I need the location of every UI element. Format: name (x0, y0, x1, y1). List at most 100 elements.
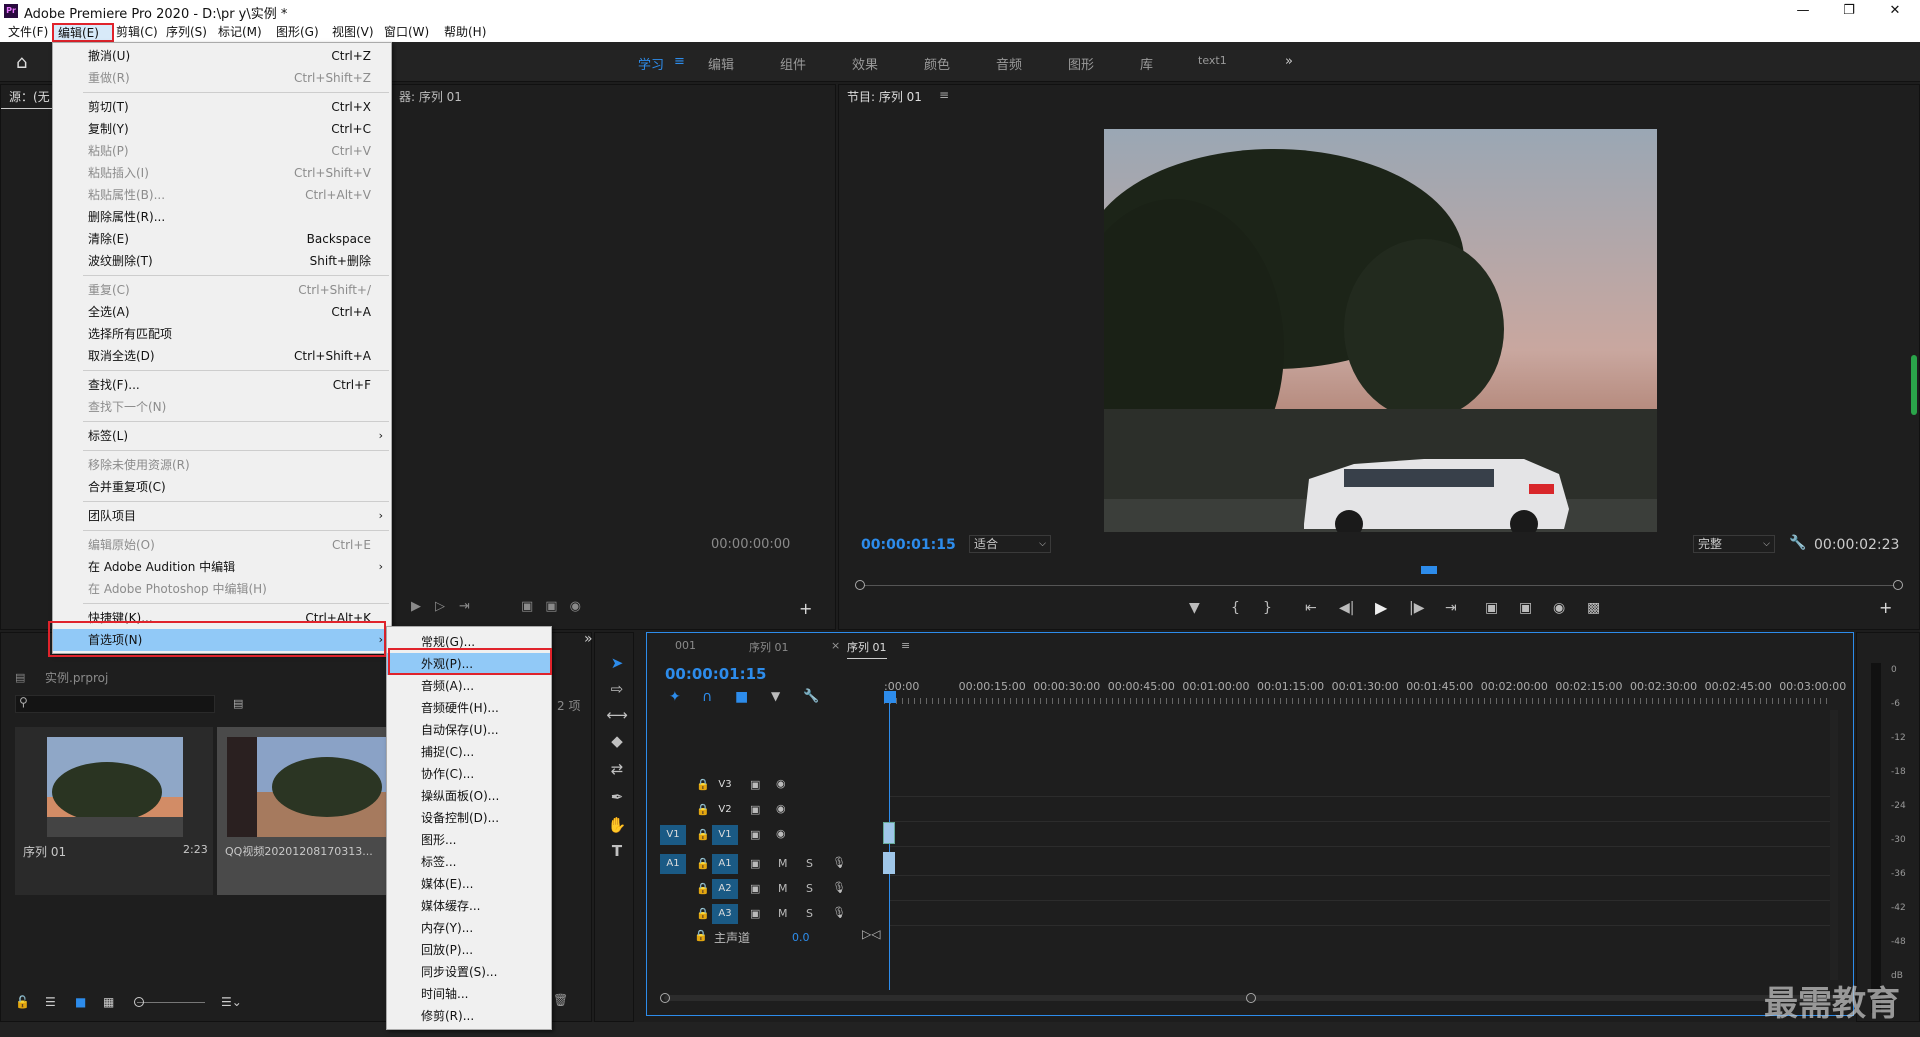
mute-button[interactable]: M (778, 882, 788, 895)
menu-file[interactable]: 文件(F) (4, 24, 52, 40)
hand-tool-icon[interactable]: ✋ (604, 812, 630, 838)
master-volume-value[interactable]: 0.0 (792, 931, 810, 944)
preferences-menu-item[interactable]: 协作(C)... (387, 763, 551, 785)
new-bin-icon[interactable]: ▤ (233, 697, 243, 710)
maximize-icon[interactable]: ❐ (1826, 0, 1872, 22)
minimize-icon[interactable]: — (1780, 0, 1826, 22)
edit-menu-item[interactable]: 粘贴(P) Ctrl+V (53, 140, 391, 162)
menu-marker[interactable]: 标记(M) (214, 24, 266, 40)
solo-button[interactable]: S (806, 857, 813, 870)
preferences-menu-item[interactable]: 捕捉(C)... (387, 741, 551, 763)
zoom-slider-handle[interactable] (134, 997, 144, 1007)
mark-in-icon[interactable]: { (1231, 600, 1240, 616)
go-to-out-icon[interactable]: ⇥ (1445, 600, 1457, 616)
preferences-menu-item[interactable]: 时间轴... (387, 983, 551, 1005)
program-title[interactable]: 节目: 序列 01 (839, 85, 1919, 109)
lock-icon[interactable]: 🔒 (696, 828, 710, 841)
microphone-icon[interactable]: 🎙 (832, 856, 846, 869)
edit-menu-item[interactable]: 在 Adobe Photoshop 中编辑(H) (53, 578, 391, 600)
timeline-settings-icon[interactable]: 🔧 (803, 689, 819, 704)
razor-tool-icon[interactable]: ◆ (604, 728, 630, 754)
edit-menu-item[interactable]: 在 Adobe Audition 中编辑 › (53, 556, 391, 578)
source-transport-controls[interactable]: ▶▷⇥ (411, 599, 484, 614)
slip-tool-icon[interactable]: ⇄ (604, 756, 630, 782)
edit-menu-item[interactable]: 撤消(U) Ctrl+Z (53, 45, 391, 67)
timeline-playhead[interactable] (884, 691, 896, 703)
more-workspaces-icon[interactable]: » (1285, 54, 1293, 69)
add-marker-icon[interactable]: ▼ (771, 689, 780, 703)
add-marker-icon[interactable]: ▼ (1189, 600, 1200, 616)
edit-menu-item[interactable]: 重复(C) Ctrl+Shift+/ (53, 279, 391, 301)
workspace-tab-color[interactable]: 颜色 (924, 54, 950, 73)
project-item-video[interactable]: QQ视频20201208170313... (217, 727, 391, 895)
sync-lock-icon[interactable]: ▣ (750, 882, 760, 895)
scroll-handle-left[interactable] (660, 993, 670, 1003)
selection-tool-icon[interactable]: ➤ (604, 650, 630, 676)
program-timecode[interactable]: 00:00:01:15 (861, 537, 956, 553)
sync-lock-icon[interactable]: ▣ (750, 778, 760, 791)
microphone-icon[interactable]: 🎙 (832, 881, 846, 894)
lock-icon[interactable]: 🔒 (696, 778, 710, 791)
edit-menu-item[interactable]: 选择所有匹配项 (53, 323, 391, 345)
trash-icon[interactable]: 🗑 (553, 993, 568, 1007)
track-target-v[interactable]: V2 (712, 800, 738, 820)
timeline-tab-001[interactable]: 001 (675, 639, 696, 652)
playback-quality-select[interactable]: 完整 ⌵ (1693, 535, 1775, 553)
preferences-menu-item[interactable]: 同步设置(S)... (387, 961, 551, 983)
track-select-tool-icon[interactable]: ⇨ (604, 676, 630, 702)
timeline-tab-seq1-active[interactable]: 序列 01 (847, 639, 887, 659)
pen-tool-icon[interactable]: ✒ (604, 784, 630, 810)
edit-menu-item[interactable]: 团队项目 › (53, 505, 391, 527)
edit-menu-item[interactable]: 剪切(T) Ctrl+X (53, 96, 391, 118)
preferences-menu-item[interactable]: 音频(A)... (387, 675, 551, 697)
effect-controls-tab[interactable]: 器: 序列 01 (391, 85, 462, 109)
program-scrubber-track[interactable] (859, 585, 1899, 586)
sync-lock-icon[interactable]: ▣ (750, 803, 760, 816)
workspace-menu-icon[interactable]: ≡ (674, 54, 685, 69)
solo-button[interactable]: S (806, 907, 813, 920)
edit-menu-item[interactable]: 查找下一个(N) (53, 396, 391, 418)
comparison-view-icon[interactable]: ▩ (1587, 600, 1600, 616)
zoom-slider[interactable] (137, 1002, 205, 1003)
program-add-button-icon[interactable]: + (1879, 598, 1892, 617)
workspace-tab-text1[interactable]: text1 (1198, 54, 1227, 67)
menu-window[interactable]: 窗口(W) (380, 24, 433, 40)
project-search-input[interactable] (15, 695, 215, 713)
sync-lock-icon[interactable]: ▣ (750, 828, 760, 841)
wrench-icon[interactable]: 🔧 (1789, 535, 1806, 551)
snap-icon[interactable]: ∩ (702, 689, 712, 705)
menu-sequence[interactable]: 序列(S) (162, 24, 211, 40)
track-target-a[interactable]: A2 (712, 879, 738, 899)
play-icon[interactable]: ▶ (1375, 598, 1387, 617)
edit-menu-item[interactable]: 复制(Y) Ctrl+C (53, 118, 391, 140)
close-icon[interactable]: ✕ (1872, 0, 1918, 22)
master-end-icon[interactable]: ▷◁ (862, 927, 880, 941)
list-view-icon[interactable]: ☰ (45, 995, 56, 1009)
edit-menu-item[interactable]: 移除未使用资源(R) (53, 454, 391, 476)
edit-menu-item[interactable]: 标签(L) › (53, 425, 391, 447)
track-target-v[interactable]: V3 (712, 775, 738, 795)
mute-button[interactable]: M (778, 857, 788, 870)
linked-selection-icon[interactable]: ■ (735, 689, 748, 705)
preferences-menu-item[interactable]: 回放(P)... (387, 939, 551, 961)
extract-icon[interactable]: ▣ (1519, 600, 1532, 616)
timeline-timecode[interactable]: 00:00:01:15 (665, 665, 767, 683)
edit-menu-item[interactable]: 全选(A) Ctrl+A (53, 301, 391, 323)
freeform-view-icon[interactable]: ▦ (103, 995, 114, 1009)
edit-menu-item[interactable]: 清除(E) Backspace (53, 228, 391, 250)
step-back-icon[interactable]: ◀| (1339, 600, 1354, 616)
close-tab-icon[interactable]: × (831, 639, 840, 652)
preferences-menu-item[interactable]: 自动保存(U)... (387, 719, 551, 741)
type-tool-icon[interactable]: T (604, 838, 630, 864)
edit-menu-item[interactable]: 粘贴插入(I) Ctrl+Shift+V (53, 162, 391, 184)
microphone-icon[interactable]: 🎙 (832, 906, 846, 919)
preferences-menu-item[interactable]: 音频硬件(H)... (387, 697, 551, 719)
nest-icon[interactable]: ✦ (669, 689, 681, 705)
edit-menu-item[interactable]: 删除属性(R)... (53, 206, 391, 228)
edit-menu-item[interactable]: 查找(F)... Ctrl+F (53, 374, 391, 396)
source-patch-a[interactable]: A1 (660, 854, 686, 874)
zoom-handle-left[interactable] (855, 580, 865, 590)
workspace-tab-effects[interactable]: 效果 (852, 54, 878, 73)
lock-icon[interactable]: 🔓 (15, 995, 30, 1009)
sync-lock-icon[interactable]: ▣ (750, 907, 760, 920)
